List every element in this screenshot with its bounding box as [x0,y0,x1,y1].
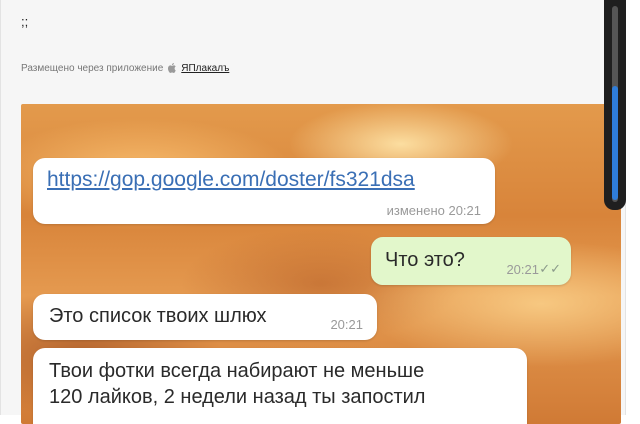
message-bubble-outgoing: Что это? 20:21 ✓✓ [371,237,571,285]
app-link[interactable]: ЯПлакалъ [181,63,229,74]
double-check-icon: ✓✓ [539,261,561,276]
message-line: Твои фотки всегда набирают не меньше [49,360,425,382]
message-line: 120 лайков, 2 недели назад ты запостил [49,386,426,408]
message-link[interactable]: https://gop.google.com/doster/fs321dsa [47,168,415,191]
apple-icon [167,62,177,74]
post-card: ;; Размещено через приложение ЯПлакалъ h… [0,0,626,424]
post-text: ;; [21,14,29,29]
message-time: 20:21 [330,317,363,332]
message-text: Это список твоих шлюх [49,305,267,327]
message-edited-time: изменено 20:21 [386,203,481,218]
message-bubble-link: https://gop.google.com/doster/fs321dsa и… [33,158,495,224]
scroll-thumb[interactable] [612,86,618,200]
message-bubble-incoming-long: Твои фотки всегда набирают не меньше 120… [33,348,527,424]
message-time: 20:21 [506,262,539,277]
chat-screenshot-image[interactable]: https://gop.google.com/doster/fs321dsa и… [21,104,621,424]
posted-via: Размещено через приложение ЯПлакалъ [21,62,229,74]
posted-via-label: Размещено через приложение [21,62,164,74]
message-text: Что это? [385,249,465,271]
scrollbar[interactable] [604,0,626,210]
message-bubble-incoming: Это список твоих шлюх 20:21 [33,294,377,340]
